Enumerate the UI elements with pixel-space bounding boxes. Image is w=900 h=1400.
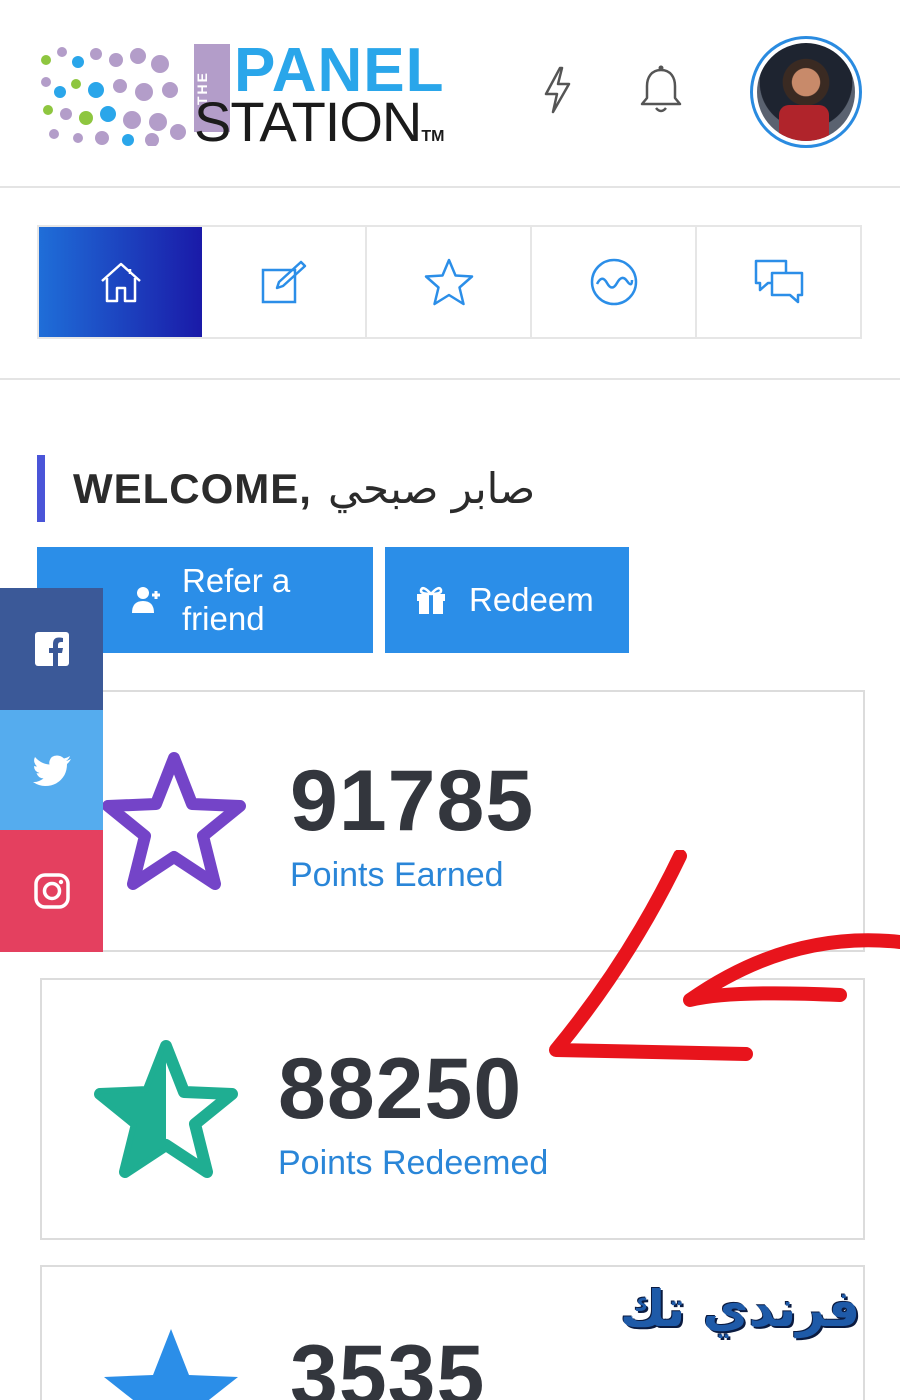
welcome-heading: WELCOME, صابر صبحي [37, 455, 535, 522]
bell-icon[interactable] [636, 62, 686, 118]
points-earned-value: 91785 [290, 753, 535, 849]
logo-station-text: STATIONTM [194, 90, 445, 153]
points-redeemed-label: Points Redeemed [278, 1144, 549, 1182]
avatar-photo [757, 43, 855, 141]
twitter-icon [32, 755, 71, 786]
points-redeemed-value: 88250 [278, 1041, 523, 1137]
user-add-icon [132, 585, 160, 615]
twitter-share-button[interactable] [0, 710, 103, 832]
instagram-icon [33, 873, 70, 909]
points-earned-label: Points Earned [290, 856, 504, 894]
tab-rewards[interactable] [367, 227, 532, 337]
logo-trademark: TM [421, 128, 445, 145]
facebook-share-button[interactable] [0, 588, 103, 710]
panel-station-logo[interactable]: THE PANEL STATIONTM [38, 38, 444, 152]
chat-icon [754, 259, 803, 304]
refer-friend-label: Refer a friend [182, 562, 291, 637]
instagram-share-button[interactable] [0, 830, 103, 952]
points-redeemed-card: 88250 Points Redeemed [40, 978, 865, 1240]
star-filled-icon [104, 1329, 238, 1400]
redeem-button[interactable]: Redeem [385, 547, 629, 653]
wave-icon [590, 258, 637, 306]
facebook-icon [34, 632, 69, 666]
star-outline-icon [102, 752, 246, 890]
nav-tabs [37, 225, 862, 339]
tab-home[interactable] [39, 227, 202, 337]
tab-surveys[interactable] [202, 227, 367, 337]
user-name: صابر صبحي [327, 464, 536, 513]
tab-activity[interactable] [532, 227, 697, 337]
points-balance-value: 3535 [290, 1328, 486, 1400]
tab-messages[interactable] [697, 227, 860, 337]
redeem-label: Redeem [469, 581, 594, 618]
star-icon [424, 258, 473, 306]
user-avatar[interactable] [750, 36, 862, 148]
main-navigation [0, 188, 900, 380]
home-icon [100, 262, 141, 303]
welcome-label: WELCOME, [73, 464, 312, 512]
logo-dots-graphic [41, 47, 186, 146]
lightning-icon[interactable] [532, 62, 582, 118]
app-header: THE PANEL STATIONTM [0, 0, 900, 188]
watermark-text: فرندي تك [620, 1280, 861, 1338]
edit-icon [261, 260, 306, 304]
points-earned-card: 91785 Points Earned [40, 690, 865, 952]
star-half-icon [94, 1040, 238, 1178]
gift-icon [415, 585, 447, 615]
